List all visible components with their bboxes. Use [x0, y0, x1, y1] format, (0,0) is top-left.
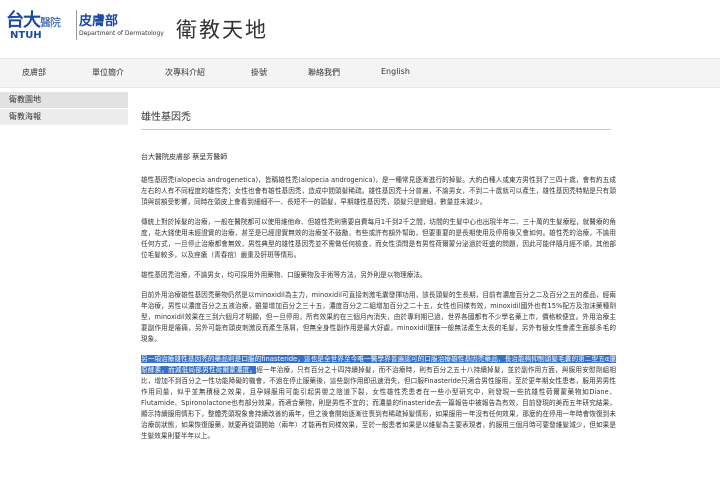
dept-en: Department of Dermatology: [79, 30, 164, 37]
paragraph-3: 雄性基因禿治療，不論男女，均可採用外用藥物、口服藥物及手術等方法，另外則是以物理…: [141, 271, 427, 279]
paragraph-5-rest: 經一年治療，只有百分之十四持續掉髮，而不治療時，則有百分之五十八持續掉髮，並於副…: [141, 366, 616, 440]
nav-item-contact[interactable]: 聯絡我們: [308, 67, 340, 78]
top-nav: 皮膚部 單位簡介 次專科介紹 掛號 聯絡我們 English: [0, 58, 720, 88]
nav-item-home[interactable]: 皮膚部: [22, 67, 46, 78]
paragraph-1: 雄性基因禿(alopecia androgenetica)，皆稱雄性禿(alop…: [141, 176, 616, 206]
page-banner: 衛教天地: [176, 18, 268, 42]
paragraph-5: 另一項治療雄性基因禿的藥品則是口服的finasteride，這也是全世界至今唯一…: [141, 354, 616, 442]
sidebar-item-posters[interactable]: 衛教海報: [0, 109, 128, 126]
ntuh-logo[interactable]: 台大醫院 NTUH: [6, 6, 72, 44]
paragraph-4: 目前外用治療雄性基因禿藥物仍然是以minoxidil為主力，minoxidil可…: [141, 291, 616, 343]
nav-item-registration[interactable]: 掛號: [251, 67, 267, 78]
nav-item-english[interactable]: English: [381, 67, 410, 76]
title-divider: [141, 129, 611, 130]
department-label: 皮膚部 Department of Dermatology: [79, 10, 164, 37]
logo-cn: 台大: [6, 10, 41, 31]
paragraph-2: 傳統上對於掉髮的治療，一般在醫院都可以使用維他命、但雄性禿則需要自費每月1千到2…: [141, 218, 616, 259]
nav-item-subspecialty[interactable]: 次專科介紹: [165, 67, 205, 78]
dept-name: 皮膚部: [79, 14, 119, 29]
nav-item-intro[interactable]: 單位簡介: [92, 67, 124, 78]
sidebar: 衛教園地 衛教海報: [0, 92, 128, 126]
article-title: 雄性基因禿: [141, 112, 191, 123]
article-author: 台大醫院皮膚部 蔡呈芳醫師: [141, 153, 228, 161]
logo-en: NTUH: [10, 30, 42, 41]
article: 雄性基因禿 台大醫院皮膚部 蔡呈芳醫師 雄性基因禿(alopecia andro…: [141, 108, 616, 451]
header-divider: [76, 10, 77, 40]
sidebar-item-health-education[interactable]: 衛教園地: [0, 92, 128, 109]
logo-cn-small: 醫院: [40, 16, 61, 29]
site-header: 台大醫院 NTUH 皮膚部 Department of Dermatology …: [0, 0, 720, 58]
